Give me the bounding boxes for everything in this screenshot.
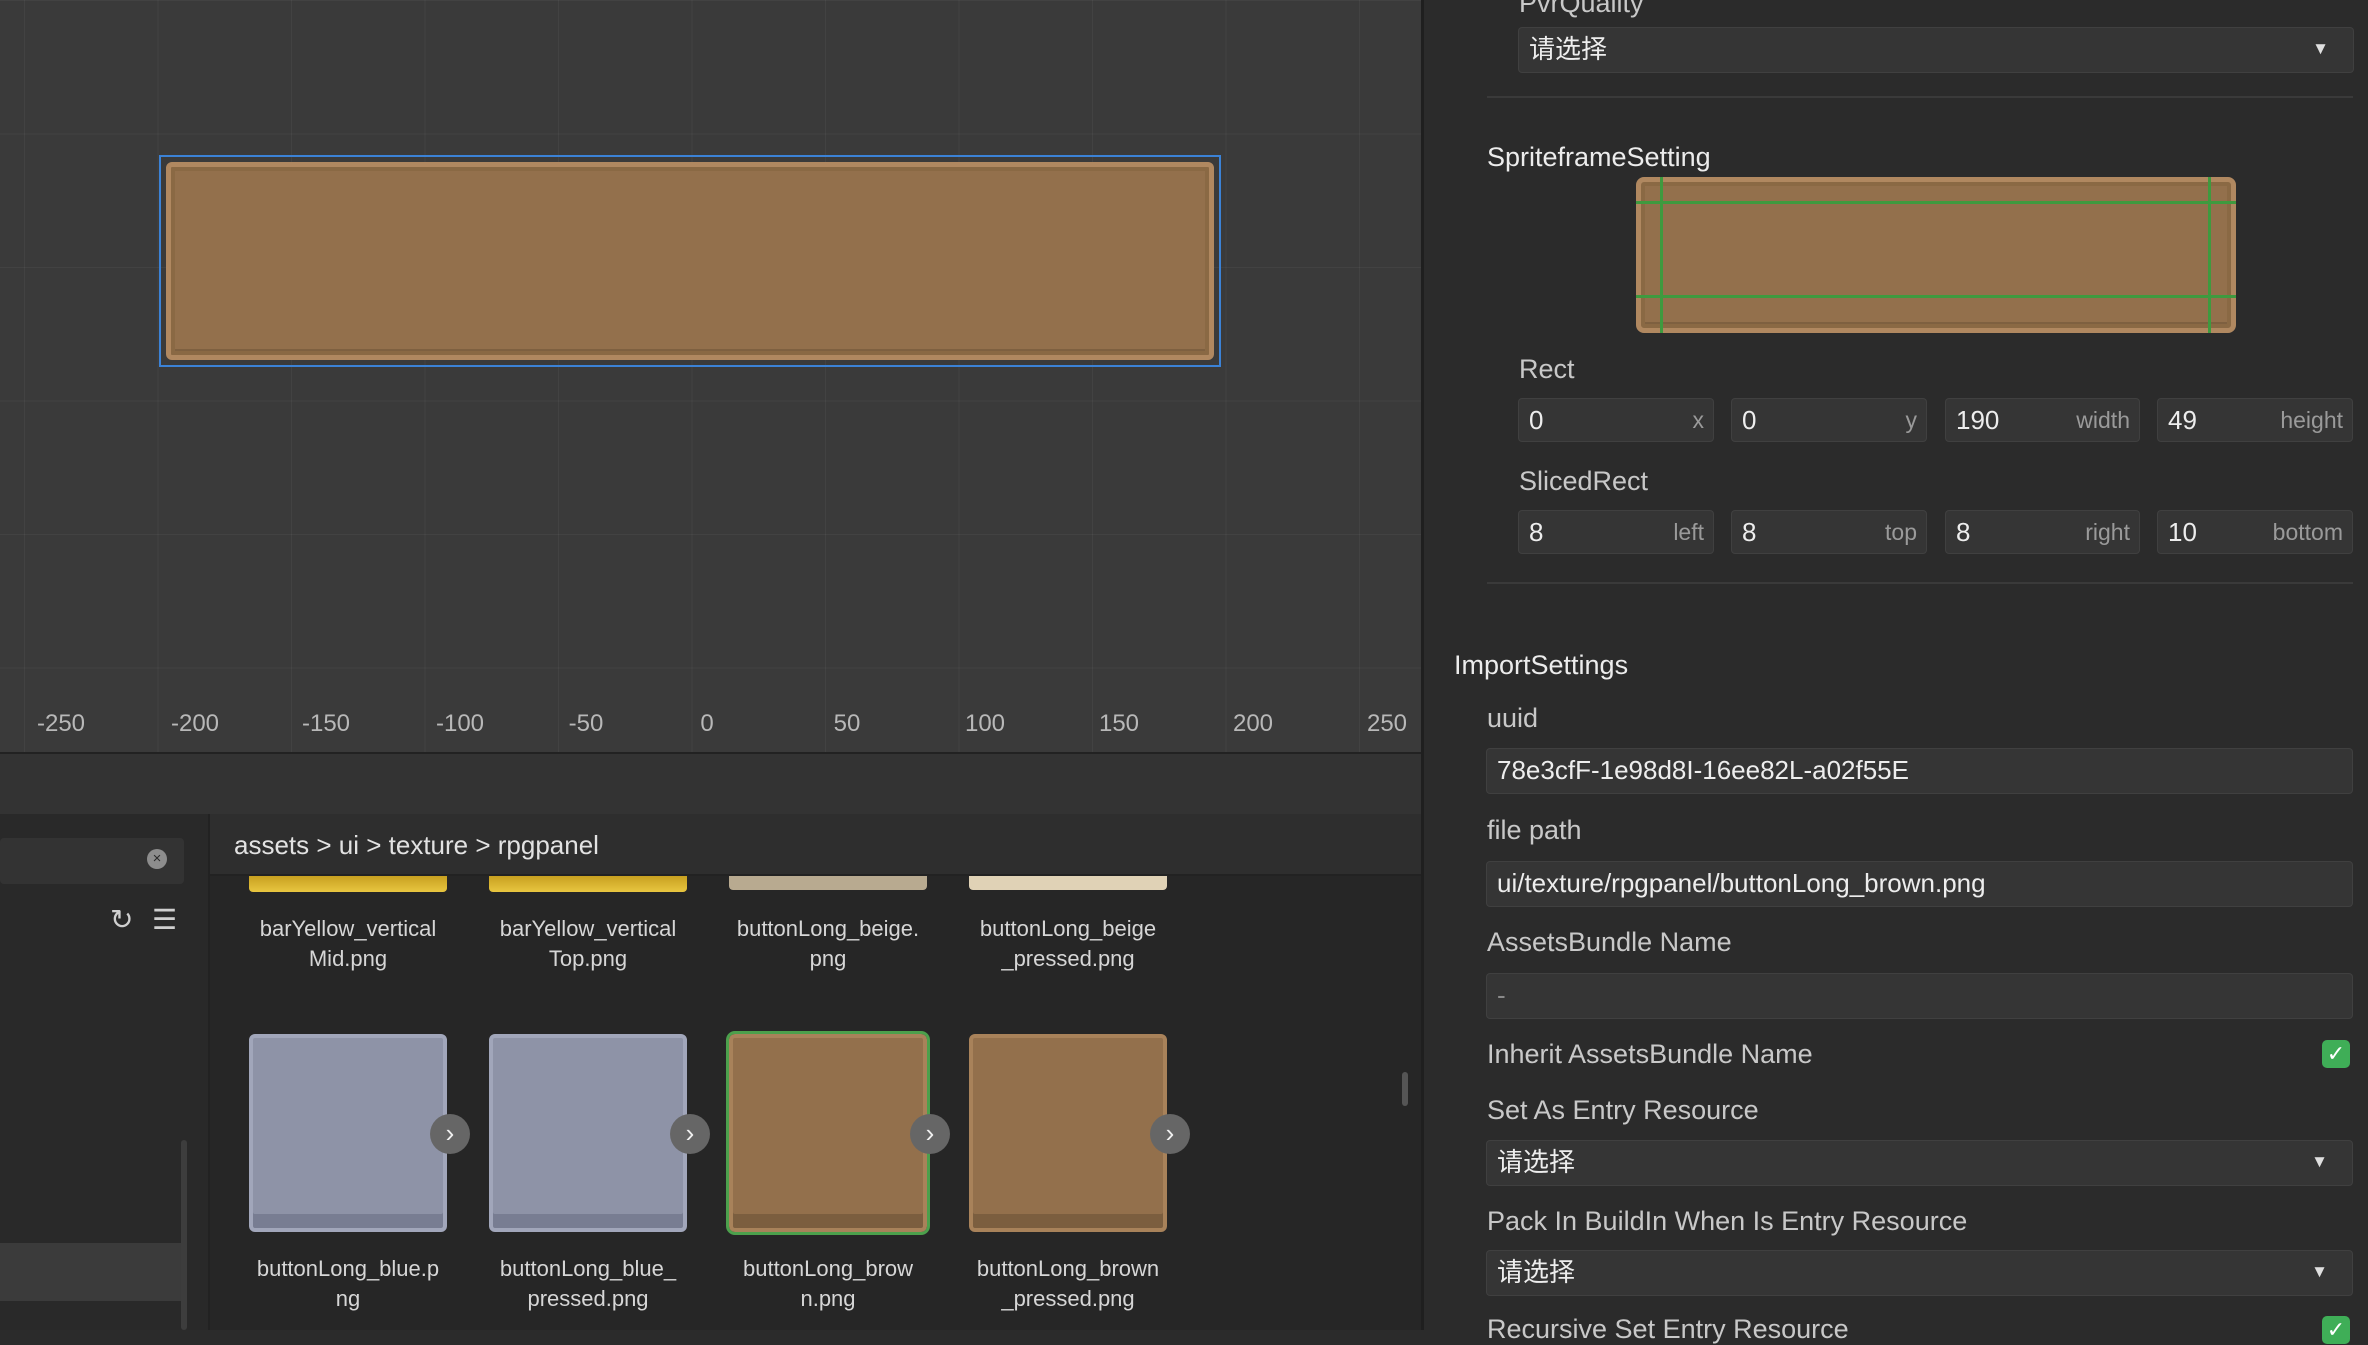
asset-item-label[interactable]: buttonLong_blue.p ng <box>238 1254 458 1314</box>
inherit-bundle-checkbox[interactable]: ✓ <box>2322 1040 2350 1068</box>
sliced-top-field[interactable]: 8 top <box>1731 510 1927 554</box>
uuid-label: uuid <box>1487 703 1539 733</box>
thumb-bar-yellow-mid[interactable] <box>249 876 447 892</box>
ruler-label: 200 <box>1232 710 1274 737</box>
uuid-field[interactable]: 78e3cfF-1e98d8I-16ee82L-a02f55E <box>1486 748 2353 794</box>
rect-height-field[interactable]: 49 height <box>2157 398 2353 442</box>
refresh-icon[interactable]: ↻ <box>110 903 133 936</box>
set-entry-label: Set As Entry Resource <box>1487 1095 1759 1125</box>
thumb-button-long-brown-pressed[interactable] <box>969 1034 1167 1232</box>
inherit-bundle-label: Inherit AssetsBundle Name <box>1487 1039 1813 1069</box>
ruler-label: -200 <box>170 710 220 737</box>
spriteframe-setting-label: SpriteframeSetting <box>1487 142 1711 172</box>
set-entry-select[interactable]: 请选择 ▼ <box>1486 1140 2353 1186</box>
sliced-right-field[interactable]: 8 right <box>1945 510 2140 554</box>
thumb-button-long-blue[interactable] <box>249 1034 447 1232</box>
tree-scrollbar[interactable] <box>181 1140 187 1330</box>
assets-bundle-name-field[interactable]: - <box>1486 973 2353 1019</box>
pvr-quality-select[interactable]: 请选择 ▼ <box>1518 27 2354 73</box>
ruler-label: 100 <box>964 710 1006 737</box>
section-divider <box>1487 96 2353 98</box>
asset-grid-scrollbar[interactable] <box>1402 1072 1408 1106</box>
ruler-label: -100 <box>435 710 485 737</box>
thumb-button-long-brown[interactable] <box>726 1031 930 1235</box>
sprite-preview <box>166 162 1214 360</box>
rect-width-field[interactable]: 190 width <box>1945 398 2140 442</box>
chevron-down-icon: ▼ <box>2311 1262 2328 1281</box>
pack-buildin-label: Pack In BuildIn When Is Entry Resource <box>1487 1206 1968 1236</box>
ruler-label: 250 <box>1366 710 1408 737</box>
thumb-bar-yellow-top[interactable] <box>489 876 687 892</box>
ruler-label: -250 <box>36 710 86 737</box>
ruler-label: 50 <box>833 710 861 737</box>
rect-y-field[interactable]: 0y <box>1731 398 1927 442</box>
ruler-label: 150 <box>1098 710 1140 737</box>
tree-selected-row[interactable] <box>0 1243 184 1301</box>
file-path-label: file path <box>1487 815 1582 845</box>
asset-item-label[interactable]: barYellow_vertical Top.png <box>478 914 698 974</box>
scene-view[interactable]: -250 -200 -150 -100 -50 0 50 100 150 200… <box>0 0 1421 752</box>
breadcrumb[interactable]: assets > ui > texture > rpgpanel <box>234 830 599 861</box>
ruler-label: 0 <box>700 710 714 737</box>
thumb-button-long-blue-pressed[interactable] <box>489 1034 687 1232</box>
asset-item-label[interactable]: buttonLong_beige. png <box>718 914 938 974</box>
clear-search-icon[interactable]: × <box>147 849 167 869</box>
sliced-rect-label: SlicedRect <box>1519 466 1649 496</box>
section-divider <box>1487 582 2353 584</box>
sliced-bottom-field[interactable]: 10 bottom <box>2157 510 2353 554</box>
rect-label: Rect <box>1519 354 1575 384</box>
sliced-left-field[interactable]: 8 left <box>1518 510 1714 554</box>
asset-item-label[interactable]: buttonLong_blue_ pressed.png <box>478 1254 698 1314</box>
chevron-right-icon[interactable]: › <box>430 1114 470 1154</box>
slice-line-top[interactable] <box>1636 201 2236 204</box>
chevron-down-icon: ▼ <box>2311 1152 2328 1171</box>
sprite-selection-box[interactable] <box>159 155 1221 367</box>
asset-item-label[interactable]: buttonLong_brow n.png <box>718 1254 938 1314</box>
slice-line-bottom[interactable] <box>1636 295 2236 298</box>
menu-icon[interactable]: ☰ <box>152 903 177 936</box>
asset-item-label[interactable]: barYellow_vertical Mid.png <box>238 914 458 974</box>
asset-item-label[interactable]: buttonLong_brown _pressed.png <box>958 1254 1178 1314</box>
chevron-right-icon[interactable]: › <box>1150 1114 1190 1154</box>
ruler-label: -50 <box>568 710 604 737</box>
assets-bundle-name-label: AssetsBundle Name <box>1487 927 1732 957</box>
sliced-sprite-preview[interactable] <box>1636 177 2236 333</box>
ruler-label: -150 <box>301 710 351 737</box>
file-path-field[interactable]: ui/texture/rpgpanel/buttonLong_brown.png <box>1486 861 2353 907</box>
chevron-right-icon[interactable]: › <box>910 1114 950 1154</box>
assets-panel-header <box>0 752 1421 816</box>
chevron-right-icon[interactable]: › <box>670 1114 710 1154</box>
pack-buildin-select[interactable]: 请选择 ▼ <box>1486 1250 2353 1296</box>
rect-x-field[interactable]: 0x <box>1518 398 1714 442</box>
thumb-button-long-beige-pressed[interactable] <box>969 876 1167 890</box>
import-settings-label: ImportSettings <box>1454 650 1629 680</box>
recursive-entry-checkbox[interactable]: ✓ <box>2322 1316 2350 1344</box>
asset-item-label[interactable]: buttonLong_beige _pressed.png <box>958 914 1178 974</box>
pvr-quality-label: PvrQuality <box>1519 0 1644 18</box>
thumb-button-long-beige[interactable] <box>729 876 927 890</box>
chevron-down-icon: ▼ <box>2312 39 2329 58</box>
